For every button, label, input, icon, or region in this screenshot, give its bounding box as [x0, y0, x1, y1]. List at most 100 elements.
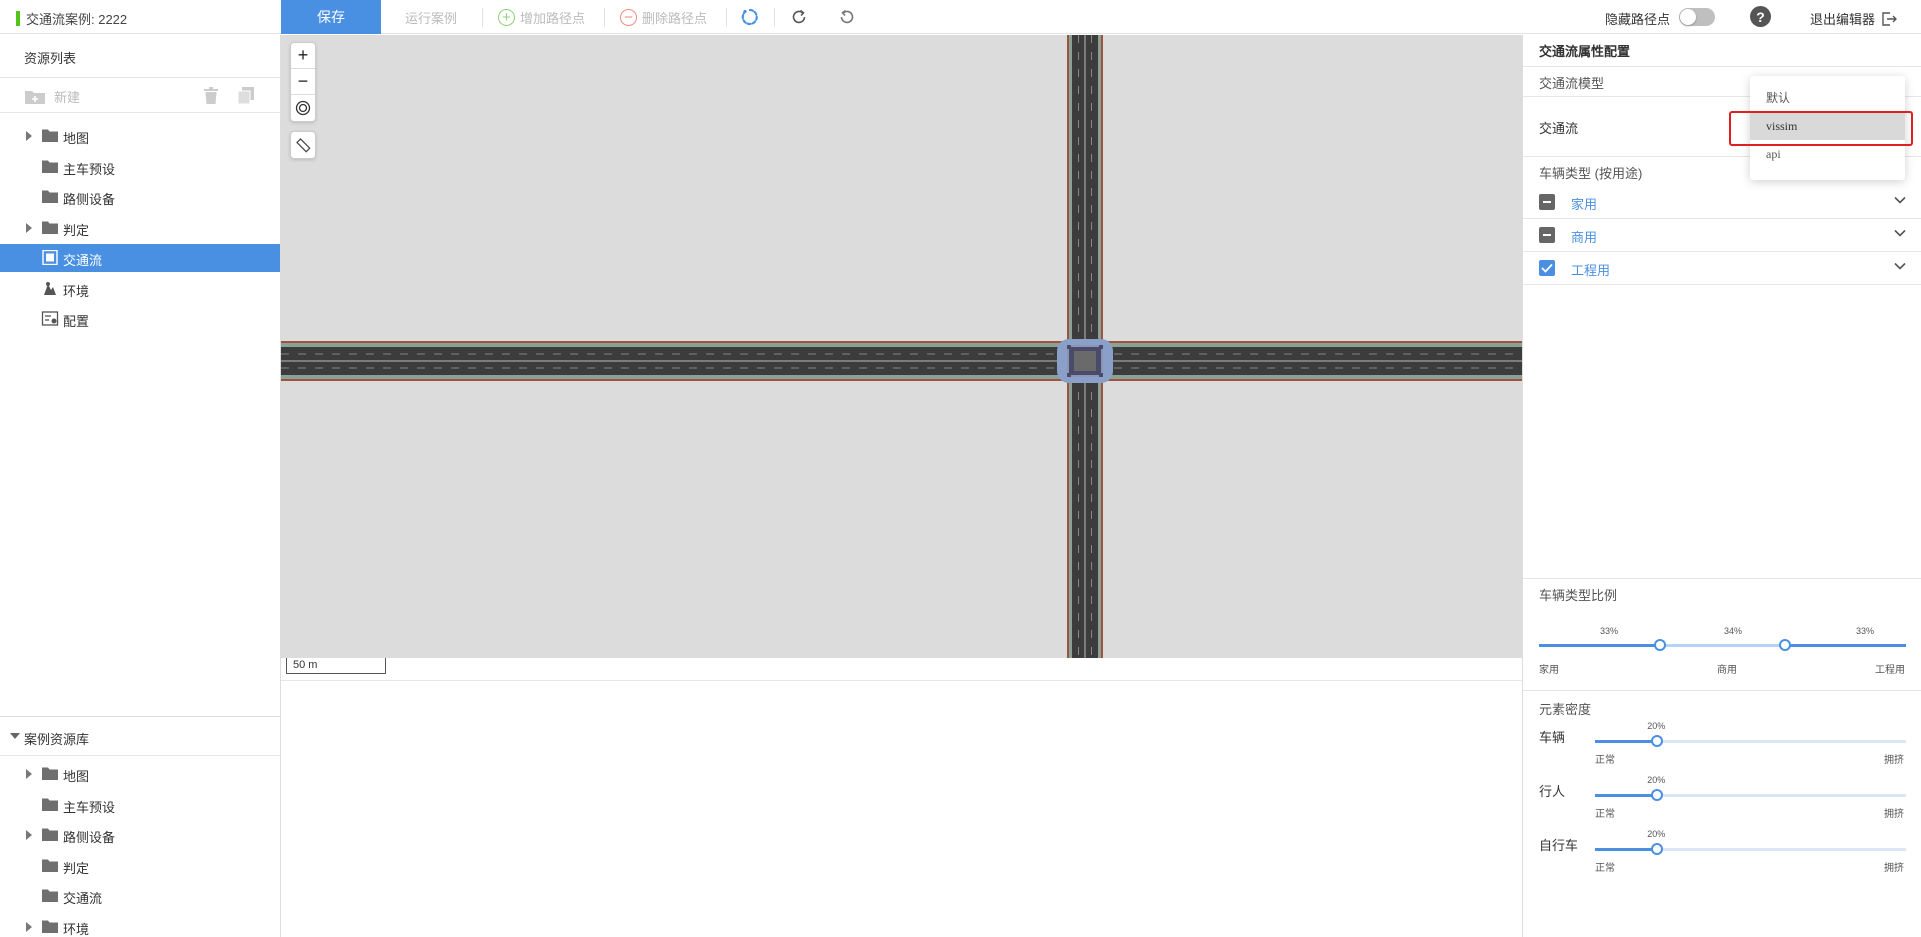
vehicle-type-row[interactable]: 商用 — [1523, 219, 1921, 252]
density-handle[interactable] — [1651, 843, 1664, 855]
annotation-highlight-box — [1729, 111, 1913, 146]
new-button[interactable]: 新建 — [24, 87, 80, 106]
tree-item[interactable]: 判定 — [0, 214, 280, 242]
toolbar-divider — [774, 8, 775, 27]
tree-item-label: 配置 — [63, 314, 90, 329]
ruler-button[interactable] — [291, 132, 315, 158]
toolbar-divider — [604, 8, 605, 27]
density-value: 20% — [1647, 721, 1666, 731]
toolbar-divider — [726, 8, 727, 27]
folder-icon — [42, 920, 58, 933]
density-slider-fill — [1595, 794, 1658, 797]
folder-icon — [42, 859, 58, 872]
config-icon — [41, 311, 59, 326]
density-handle[interactable] — [1651, 735, 1664, 747]
vehicle-type-row[interactable]: 工程用 — [1523, 252, 1921, 285]
density-max-label: 拥挤 — [1884, 809, 1904, 820]
library-item[interactable]: 主车预设 — [0, 791, 280, 819]
library-item[interactable]: 地图 — [0, 760, 280, 788]
resource-toolbar: 新建 — [0, 77, 280, 113]
ratio-value-3: 33% — [1856, 626, 1875, 636]
add-waypoint-button[interactable]: + 增加路径点 — [498, 0, 585, 34]
toolbar-divider — [482, 8, 483, 27]
vehicle-type-label: 家用 — [1571, 197, 1598, 212]
ratio-label-2: 商用 — [1717, 665, 1737, 676]
reset-view-button[interactable] — [291, 95, 315, 121]
library-header[interactable]: 案例资源库 — [0, 716, 280, 756]
ratio-handle-2[interactable] — [1778, 639, 1791, 651]
chevron-down-icon[interactable] — [1893, 261, 1907, 271]
ratio-section: 车辆类型比例 — [1523, 578, 1921, 608]
vehicle-type-checkbox[interactable] — [1539, 227, 1555, 243]
flow-model-label: 交通流模型 — [1539, 76, 1605, 91]
plus-circle-icon: + — [498, 8, 515, 26]
resource-list-title: 资源列表 — [24, 51, 77, 66]
zoom-out-button[interactable]: − — [291, 69, 315, 95]
library-title: 案例资源库 — [24, 732, 90, 747]
density-label: 元素密度 — [1539, 702, 1592, 717]
save-button[interactable]: 保存 — [281, 0, 381, 34]
case-title: 交通流案例: 2222 — [16, 9, 127, 28]
tree-item[interactable]: 配置 — [0, 305, 280, 333]
chevron-down-icon[interactable] — [1893, 195, 1907, 205]
ratio-handle-1[interactable] — [1654, 639, 1667, 651]
caret-right-icon — [26, 921, 32, 932]
ruler-icon — [296, 138, 311, 153]
density-slider[interactable] — [1595, 848, 1906, 851]
loading-spinner-icon[interactable] — [740, 7, 760, 27]
vehicle-type-row[interactable]: 家用 — [1523, 186, 1921, 219]
hide-waypoint-toggle[interactable] — [1679, 8, 1715, 26]
undo-icon[interactable] — [837, 7, 857, 27]
zoom-in-button[interactable]: + — [291, 43, 315, 69]
density-slider[interactable] — [1595, 740, 1906, 743]
density-slider-fill — [1595, 848, 1658, 851]
measure-controls — [290, 131, 316, 159]
chevron-down-icon[interactable] — [1893, 228, 1907, 238]
exit-editor-button[interactable]: 退出编辑器 — [1810, 9, 1898, 28]
help-icon[interactable]: ? — [1750, 6, 1771, 27]
hide-waypoint-label: 隐藏路径点 — [1605, 12, 1671, 27]
map-scale-bar: 50 m — [286, 658, 386, 674]
caret-right-icon — [26, 830, 32, 840]
tree-item[interactable]: 交通流 — [0, 244, 280, 272]
density-section: 元素密度 — [1523, 690, 1921, 720]
case-title-text: 交通流案例: 2222 — [26, 12, 128, 27]
delete-waypoint-button[interactable]: − 删除路径点 — [620, 0, 707, 34]
density-value: 20% — [1647, 829, 1666, 839]
environment-icon — [44, 281, 56, 295]
delete-icon[interactable] — [203, 87, 219, 105]
run-case-button[interactable]: 运行案例 — [405, 0, 457, 34]
copy-icon[interactable] — [237, 86, 255, 105]
ratio-value-1: 33% — [1600, 626, 1619, 636]
library-item[interactable]: 路侧设备 — [0, 821, 280, 849]
ratio-slider[interactable] — [1539, 644, 1906, 647]
tree-item[interactable]: 环境 — [0, 275, 280, 303]
tree-item-label: 路侧设备 — [63, 192, 116, 207]
top-toolbar: 交通流案例: 2222 保存 运行案例 + 增加路径点 − 删除路径点 隐藏路径… — [0, 0, 1921, 34]
density-max-label: 拥挤 — [1884, 755, 1904, 766]
exit-editor-label: 退出编辑器 — [1810, 12, 1876, 27]
vehicle-type-checkbox[interactable] — [1539, 194, 1555, 210]
library-item[interactable]: 判定 — [0, 852, 280, 880]
vehicle-type-label: 车辆类型 (按用途) — [1539, 166, 1643, 181]
dropdown-option-default[interactable]: 默认 — [1750, 84, 1905, 112]
zoom-controls: + − — [290, 42, 316, 122]
folder-icon — [42, 221, 58, 234]
ratio-label-3: 工程用 — [1875, 665, 1905, 676]
tree-item[interactable]: 地图 — [0, 122, 280, 150]
density-item-label: 车辆 — [1539, 730, 1566, 745]
density-min-label: 正常 — [1595, 755, 1615, 766]
library-item[interactable]: 交通流 — [0, 882, 280, 910]
tree-item[interactable]: 路侧设备 — [0, 183, 280, 211]
density-max-label: 拥挤 — [1884, 863, 1904, 874]
tree-item-label: 判定 — [63, 222, 90, 238]
density-slider[interactable] — [1595, 794, 1906, 797]
status-mark — [16, 11, 20, 26]
target-icon — [295, 100, 311, 116]
library-item[interactable]: 环境 — [0, 913, 280, 937]
tree-item[interactable]: 主车预设 — [0, 153, 280, 181]
map-canvas[interactable]: + − — [281, 35, 1522, 658]
redo-icon[interactable] — [789, 7, 809, 27]
vehicle-type-checkbox[interactable] — [1539, 260, 1555, 276]
density-handle[interactable] — [1651, 789, 1664, 801]
